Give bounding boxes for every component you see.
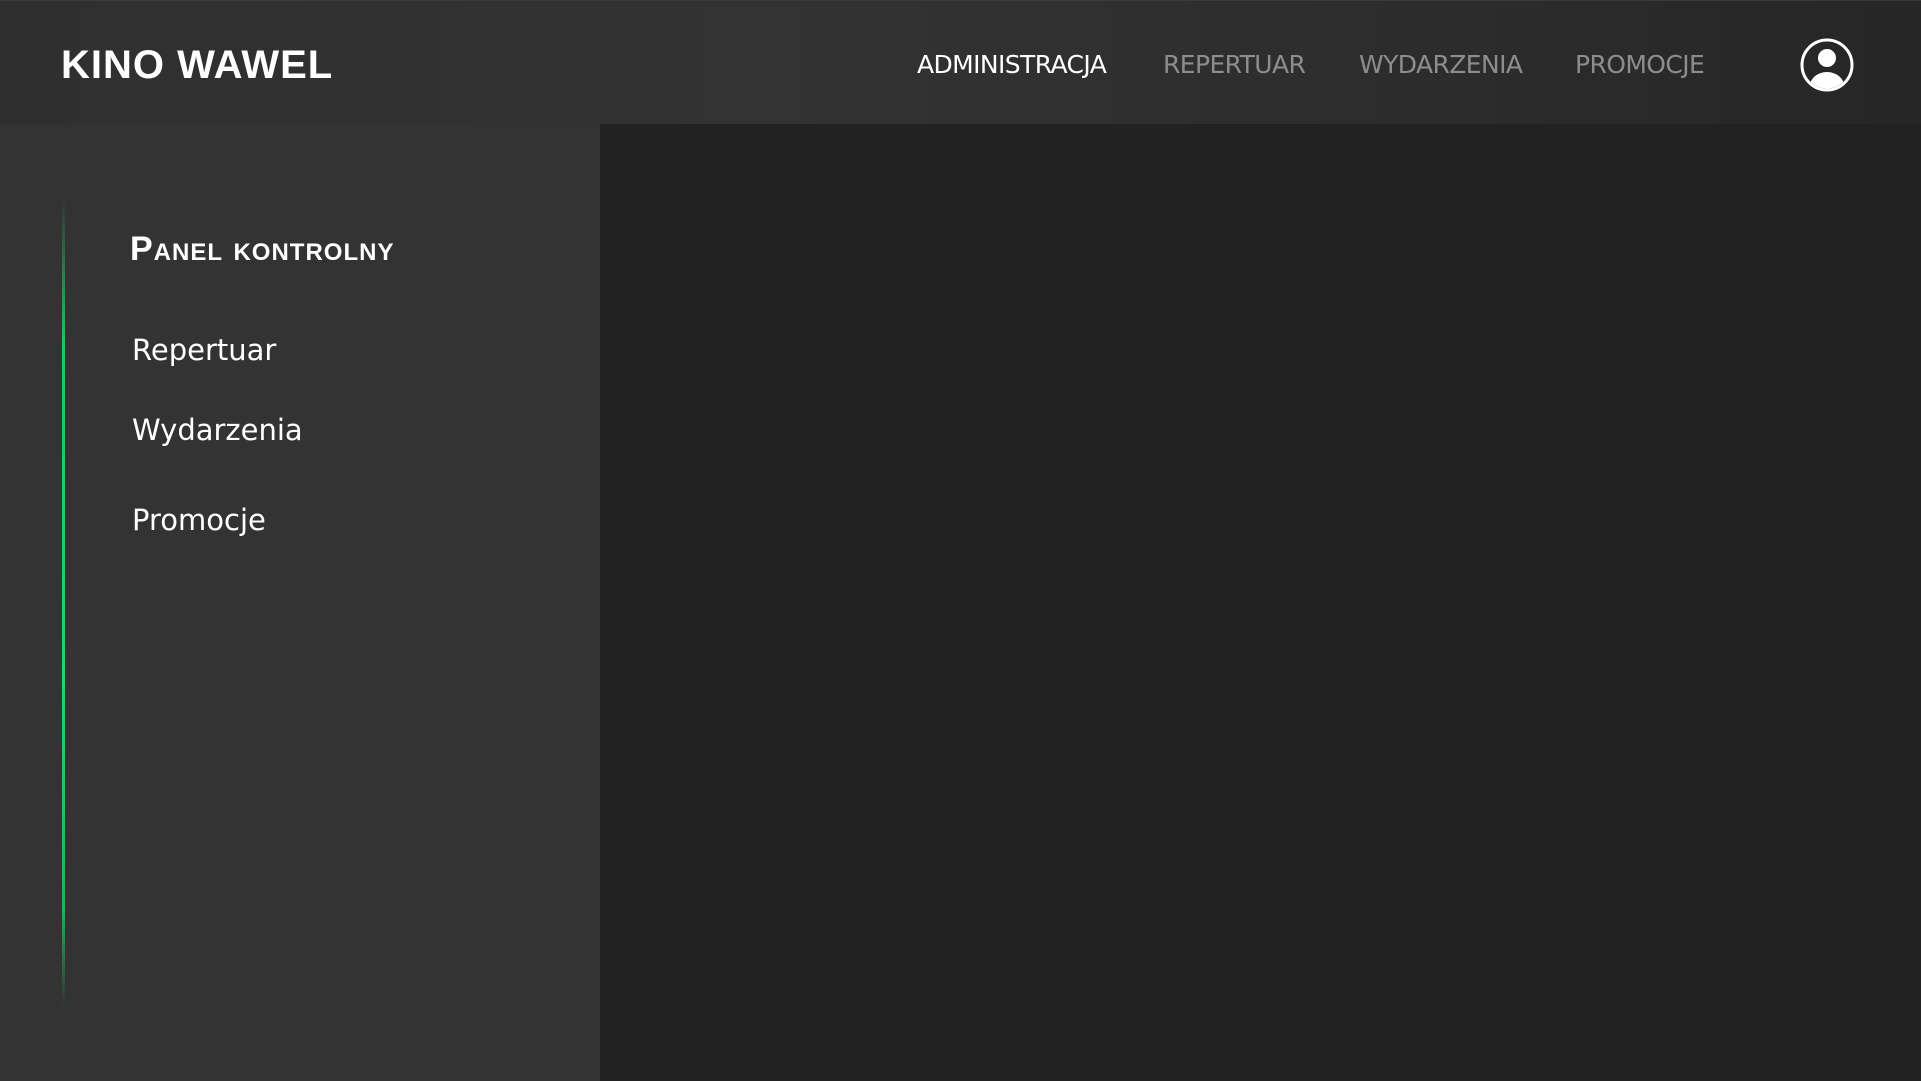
top-navigation-bar: KINO WAWEL ADMINISTRACJA REPERTUAR WYDAR… — [0, 0, 1921, 124]
sidebar-title: Panel kontrolny — [130, 230, 395, 268]
page: KINO WAWEL ADMINISTRACJA REPERTUAR WYDAR… — [0, 0, 1921, 1081]
nav-item-administracja[interactable]: ADMINISTRACJA — [917, 45, 1107, 85]
brand-logo[interactable]: KINO WAWEL — [61, 37, 333, 93]
user-circle-icon — [1800, 38, 1854, 92]
sidebar-item-promocje[interactable]: Promocje — [132, 500, 266, 540]
main-content-area — [600, 124, 1921, 1081]
nav-item-wydarzenia[interactable]: WYDARZENIA — [1359, 45, 1523, 85]
sidebar-item-repertuar[interactable]: Repertuar — [132, 330, 276, 370]
nav-item-promocje[interactable]: PROMOCJE — [1575, 45, 1705, 85]
sidebar-accent-line — [62, 198, 65, 1006]
nav-item-repertuar[interactable]: REPERTUAR — [1163, 45, 1306, 85]
sidebar-item-wydarzenia[interactable]: Wydarzenia — [132, 410, 303, 450]
user-account-button[interactable] — [1799, 37, 1855, 93]
